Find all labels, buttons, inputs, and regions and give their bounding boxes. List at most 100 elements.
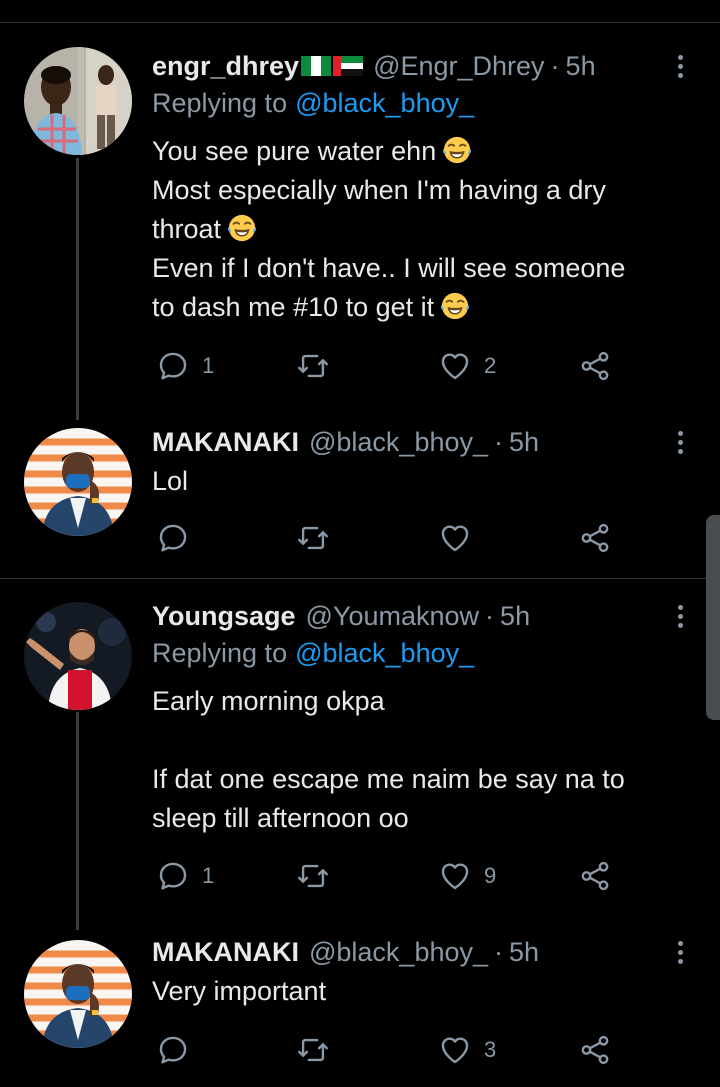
face-with-tears-of-joy-icon bbox=[227, 213, 257, 243]
avatar[interactable] bbox=[24, 47, 132, 155]
thread-line bbox=[76, 158, 79, 420]
tweet-header: Youngsage @Youmaknow · 5h bbox=[152, 598, 530, 634]
retweet-icon bbox=[296, 859, 330, 893]
tweet-text: Early morning okpa If dat one escape me … bbox=[152, 682, 692, 838]
replying-to-label: Replying to bbox=[152, 88, 288, 118]
display-name[interactable]: Youngsage bbox=[152, 601, 296, 632]
reply-icon bbox=[156, 349, 190, 383]
retweet-button[interactable] bbox=[296, 856, 342, 896]
reply-button[interactable] bbox=[156, 1030, 202, 1070]
timestamp[interactable]: 5h bbox=[500, 601, 530, 632]
retweet-button[interactable] bbox=[296, 518, 342, 558]
share-icon bbox=[578, 521, 612, 555]
avatar[interactable] bbox=[24, 940, 132, 1048]
tweet-actions: 1 2 bbox=[152, 346, 632, 386]
tweet-line: Lol bbox=[152, 466, 189, 496]
replying-to-link[interactable]: @black_bhoy_ bbox=[295, 638, 474, 668]
nigeria-flag-icon bbox=[301, 56, 332, 76]
display-name[interactable]: MAKANAKI bbox=[152, 427, 299, 458]
tweet-line: If dat one escape me naim be say na to bbox=[152, 764, 625, 794]
tweet-text: Lol bbox=[152, 462, 692, 501]
timestamp[interactable]: 5h bbox=[509, 937, 539, 968]
share-icon bbox=[578, 1033, 612, 1067]
like-button[interactable]: 2 bbox=[438, 346, 496, 386]
timestamp[interactable]: 5h bbox=[509, 427, 539, 458]
tweet-makanaki[interactable]: MAKANAKI @black_bhoy_ · 5h Lol bbox=[0, 420, 720, 578]
like-icon bbox=[438, 349, 472, 383]
avatar[interactable] bbox=[24, 602, 132, 710]
tweet-line: You see pure water ehn bbox=[152, 136, 437, 166]
retweet-icon bbox=[296, 1033, 330, 1067]
uae-flag-icon bbox=[333, 56, 364, 76]
user-handle[interactable]: @black_bhoy_ bbox=[309, 427, 488, 458]
tweet-text: Very important bbox=[152, 972, 692, 1011]
share-icon bbox=[578, 859, 612, 893]
face-with-tears-of-joy-icon bbox=[440, 291, 470, 321]
retweet-button[interactable] bbox=[296, 1030, 342, 1070]
tweet-text: You see pure water ehn Most especially w… bbox=[152, 132, 692, 327]
share-icon bbox=[578, 349, 612, 383]
face-with-tears-of-joy-icon bbox=[442, 135, 472, 165]
user-handle[interactable]: @black_bhoy_ bbox=[309, 937, 488, 968]
tweet-makanaki[interactable]: MAKANAKI @black_bhoy_ · 5h Very importan… bbox=[0, 930, 720, 1087]
display-name[interactable]: engr_dhrey bbox=[152, 51, 299, 82]
separator-dot: · bbox=[494, 426, 504, 457]
tweet-line: to dash me #10 to get it bbox=[152, 292, 435, 322]
share-button[interactable] bbox=[578, 518, 612, 558]
replying-to: Replying to @black_bhoy_ bbox=[152, 88, 474, 119]
like-count: 9 bbox=[484, 863, 497, 888]
tweet-engr-dhrey[interactable]: engr_dhrey @Engr_Dhrey · 5h Replying to @… bbox=[0, 0, 720, 420]
retweet-icon bbox=[296, 349, 330, 383]
more-icon[interactable] bbox=[666, 598, 694, 634]
like-count: 2 bbox=[484, 353, 497, 378]
like-count: 3 bbox=[484, 1037, 497, 1062]
display-name[interactable]: MAKANAKI bbox=[152, 937, 299, 968]
reply-icon bbox=[156, 1033, 190, 1067]
share-button[interactable] bbox=[578, 346, 612, 386]
tweet-actions: 3 bbox=[152, 1030, 632, 1070]
like-icon bbox=[438, 859, 472, 893]
tweet-line: sleep till afternoon oo bbox=[152, 803, 409, 833]
reply-count: 1 bbox=[202, 863, 215, 888]
tweet-header: MAKANAKI @black_bhoy_ · 5h bbox=[152, 424, 539, 460]
like-icon bbox=[438, 521, 472, 555]
like-button[interactable] bbox=[438, 518, 484, 558]
reply-count: 1 bbox=[202, 353, 215, 378]
more-icon[interactable] bbox=[666, 934, 694, 970]
tweet-line: Most especially when I'm having a dry bbox=[152, 175, 606, 205]
more-icon[interactable] bbox=[666, 424, 694, 460]
tweet-actions bbox=[152, 518, 632, 558]
user-handle[interactable]: @Youmaknow bbox=[306, 601, 480, 632]
tweet-line: Even if I don't have.. I will see someon… bbox=[152, 253, 626, 283]
reply-icon bbox=[156, 521, 190, 555]
tweet-line: throat bbox=[152, 214, 222, 244]
reply-button[interactable] bbox=[156, 518, 202, 558]
retweet-button[interactable] bbox=[296, 346, 342, 386]
reply-button[interactable]: 1 bbox=[156, 346, 214, 386]
thread-line bbox=[76, 712, 79, 930]
separator-dot: · bbox=[494, 936, 504, 967]
share-button[interactable] bbox=[578, 1030, 612, 1070]
timestamp[interactable]: 5h bbox=[566, 51, 596, 82]
more-icon[interactable] bbox=[666, 48, 694, 84]
reply-icon bbox=[156, 859, 190, 893]
separator-dot: · bbox=[485, 600, 495, 631]
share-button[interactable] bbox=[578, 856, 612, 896]
avatar[interactable] bbox=[24, 428, 132, 536]
tweet-line: Early morning okpa bbox=[152, 686, 385, 716]
replying-to-link[interactable]: @black_bhoy_ bbox=[295, 88, 474, 118]
replying-to-label: Replying to bbox=[152, 638, 288, 668]
replying-to: Replying to @black_bhoy_ bbox=[152, 638, 474, 669]
like-icon bbox=[438, 1033, 472, 1067]
like-button[interactable]: 3 bbox=[438, 1030, 496, 1070]
tweet-line: Very important bbox=[152, 976, 327, 1006]
retweet-icon bbox=[296, 521, 330, 555]
reply-button[interactable]: 1 bbox=[156, 856, 214, 896]
user-handle[interactable]: @Engr_Dhrey bbox=[373, 51, 544, 82]
tweet-header: engr_dhrey @Engr_Dhrey · 5h bbox=[152, 48, 596, 84]
tweet-actions: 1 9 bbox=[152, 856, 632, 896]
tweet-header: MAKANAKI @black_bhoy_ · 5h bbox=[152, 934, 539, 970]
separator-dot: · bbox=[550, 50, 560, 81]
tweet-youngsage[interactable]: Youngsage @Youmaknow · 5h Replying to @bl… bbox=[0, 578, 720, 930]
like-button[interactable]: 9 bbox=[438, 856, 496, 896]
